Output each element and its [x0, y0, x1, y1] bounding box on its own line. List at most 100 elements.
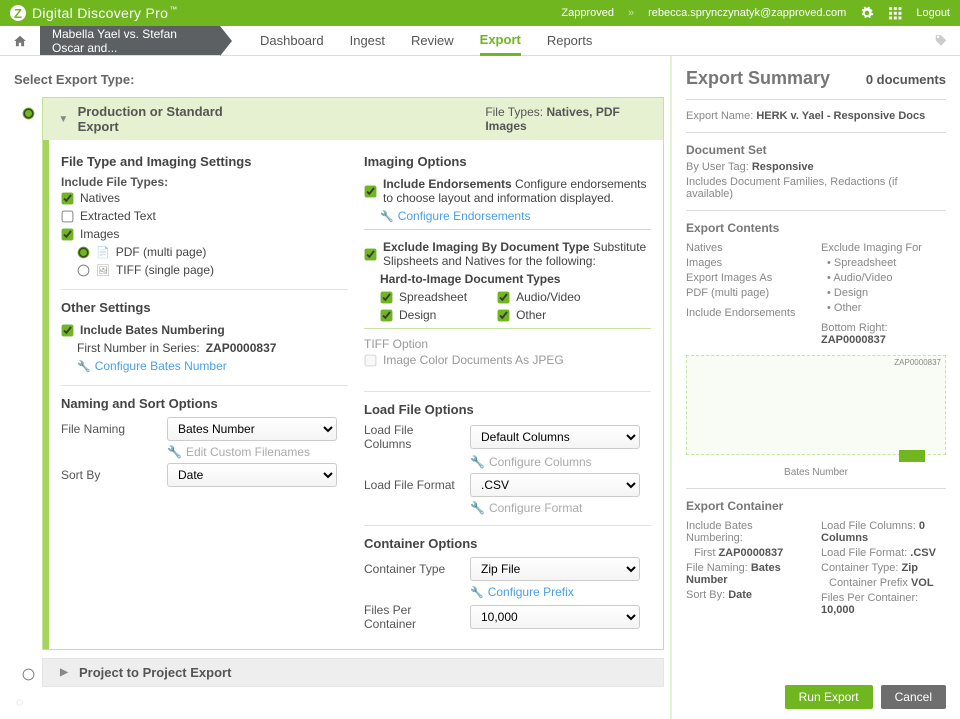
preview-caption: Bates Number — [686, 467, 946, 478]
configure-columns[interactable]: 🔧Configure Columns — [470, 455, 592, 469]
select-export-type-label: Select Export Type: — [14, 72, 664, 87]
ec-lf-format: Load File Format: .CSV — [821, 547, 946, 559]
sc-b2: • Audio/Video — [827, 272, 946, 284]
product-name: Digital Discovery Pro™ — [32, 5, 178, 21]
sort-by-select[interactable]: Date — [167, 463, 337, 487]
chk-images[interactable] — [62, 228, 74, 240]
hard-to-image-label: Hard-to-Image Document Types — [364, 270, 651, 288]
file-naming-label: File Naming — [61, 422, 157, 436]
home-icon[interactable] — [0, 26, 40, 55]
sort-by-label: Sort By — [61, 468, 157, 482]
expand-icon[interactable]: ▶ — [53, 667, 75, 678]
naming-heading: Naming and Sort Options — [61, 396, 348, 411]
file-type-heading: File Type and Imaging Settings — [61, 154, 348, 169]
radio-pdf-multi[interactable] — [78, 246, 90, 258]
page-preview: ZAP0000837 — [686, 355, 946, 455]
load-file-columns-select[interactable]: Default Columns — [470, 425, 640, 449]
lbl-audio-video: Audio/Video — [516, 290, 581, 304]
configure-bates-link[interactable]: 🔧Configure Bates Number — [77, 359, 227, 373]
lbl-other: Other — [516, 308, 546, 322]
org-name: Zapproved — [561, 7, 614, 19]
lbl-spreadsheet: Spreadsheet — [399, 290, 467, 304]
apps-icon[interactable] — [888, 6, 902, 21]
export-summary-panel: 0 documents Export Summary Export Name: … — [670, 56, 960, 719]
include-file-types-label: Include File Types: — [61, 175, 348, 189]
chk-image-color-jpeg — [365, 354, 377, 366]
collapse-icon[interactable]: ▼ — [53, 114, 74, 125]
ec-files-per: Files Per Container: 10,000 — [821, 592, 946, 616]
files-per-container-select[interactable]: 10,000 — [470, 605, 640, 629]
option2-title: Project to Project Export — [79, 665, 231, 680]
chk-spreadsheet[interactable] — [381, 291, 393, 303]
separator: » — [628, 7, 634, 19]
chk-design[interactable] — [381, 309, 393, 321]
run-export-button[interactable]: Run Export — [785, 685, 873, 709]
sc-b3: • Design — [827, 287, 946, 299]
tiff-option-heading: TIFF Option — [364, 337, 651, 351]
export-type-production: ▼ Production or Standard Export File Typ… — [14, 97, 664, 650]
preview-stamp-text: ZAP0000837 — [894, 358, 941, 367]
tab-dashboard[interactable]: Dashboard — [260, 27, 324, 54]
sc-export-images-as: Export Images As — [686, 272, 811, 284]
sc-natives: Natives — [686, 242, 811, 254]
configure-endorsements-link[interactable]: 🔧Configure Endorsements — [380, 209, 530, 223]
slot-header-production[interactable]: ▼ Production or Standard Export File Typ… — [43, 98, 663, 140]
lbl-image-color-jpeg: Image Color Documents As JPEG — [383, 353, 564, 367]
tag-icon[interactable] — [922, 26, 960, 55]
ec-sort-by: Sort By: Date — [686, 589, 811, 601]
ec-bates-first: First ZAP0000837 — [686, 547, 811, 559]
container-type-select[interactable]: Zip File — [470, 557, 640, 581]
configure-format[interactable]: 🔧Configure Format — [470, 501, 582, 515]
load-file-columns-label: Load File Columns — [364, 423, 460, 451]
chk-audio-video[interactable] — [498, 291, 510, 303]
user-email[interactable]: rebecca.sprynczynatyk@zapproved.com — [648, 7, 846, 19]
load-file-format-select[interactable]: .CSV — [470, 473, 640, 497]
logout-link[interactable]: Logout — [916, 7, 950, 19]
chk-other[interactable] — [498, 309, 510, 321]
sc-pdf-multi: PDF (multi page) — [686, 287, 811, 299]
app-header: Z Digital Discovery Pro™ Zapproved » reb… — [0, 0, 960, 26]
gear-icon[interactable] — [860, 6, 874, 21]
tab-reports[interactable]: Reports — [547, 27, 593, 54]
edit-custom-filenames: 🔧Edit Custom Filenames — [167, 445, 310, 459]
lbl-tiff-single: TIFF (single page) — [116, 263, 214, 277]
ec-container-prefix: Container Prefix VOL — [821, 577, 946, 589]
lbl-natives: Natives — [80, 191, 120, 205]
cancel-button[interactable]: Cancel — [881, 685, 946, 709]
export-container-heading: Export Container — [686, 499, 946, 513]
radio-tiff-single[interactable] — [78, 264, 90, 276]
tab-export[interactable]: Export — [480, 26, 521, 56]
option-title: Production or Standard Export — [78, 104, 256, 134]
loading-indicator: ◌ — [16, 695, 664, 709]
main: Select Export Type: ▼ Production or Stan… — [0, 56, 960, 719]
container-options-heading: Container Options — [364, 536, 651, 551]
tab-review[interactable]: Review — [411, 27, 454, 54]
imaging-options-heading: Imaging Options — [364, 154, 651, 169]
chk-include-bates[interactable] — [62, 324, 74, 336]
sc-b1: • Spreadsheet — [827, 257, 946, 269]
chk-include-endorsements[interactable] — [365, 185, 377, 197]
left-area: Select Export Type: ▼ Production or Stan… — [0, 56, 670, 719]
sc-b4: • Other — [827, 302, 946, 314]
configure-prefix-link[interactable]: 🔧Configure Prefix — [470, 585, 574, 599]
tab-ingest[interactable]: Ingest — [350, 27, 385, 54]
pdf-icon: 📄 — [96, 246, 110, 259]
export-type-project: ▶ Project to Project Export — [14, 658, 664, 687]
radio-project-export[interactable] — [22, 669, 34, 681]
file-naming-select[interactable]: Bates Number — [167, 417, 337, 441]
chk-extracted-text[interactable] — [62, 210, 74, 222]
lbl-pdf-multi: PDF (multi page) — [116, 245, 207, 259]
slot-header-project[interactable]: ▶ Project to Project Export — [43, 659, 663, 686]
ec-bates: Include Bates Numbering: — [686, 520, 811, 544]
ec-lf-columns: Load File Columns: 0 Columns — [821, 520, 946, 544]
case-chip[interactable]: Mabella Yael vs. Stefan Oscar and... — [40, 26, 220, 55]
ec-file-naming: File Naming: Bates Number — [686, 562, 811, 586]
chk-natives[interactable] — [62, 192, 74, 204]
doc-count: 0 documents — [866, 72, 946, 87]
radio-production[interactable] — [22, 108, 34, 120]
lbl-design: Design — [399, 308, 436, 322]
load-file-format-label: Load File Format — [364, 478, 460, 492]
doc-set-heading: Document Set — [686, 143, 946, 157]
chk-exclude-imaging[interactable] — [365, 248, 377, 260]
sc-exclude-heading: Exclude Imaging For — [821, 242, 946, 254]
